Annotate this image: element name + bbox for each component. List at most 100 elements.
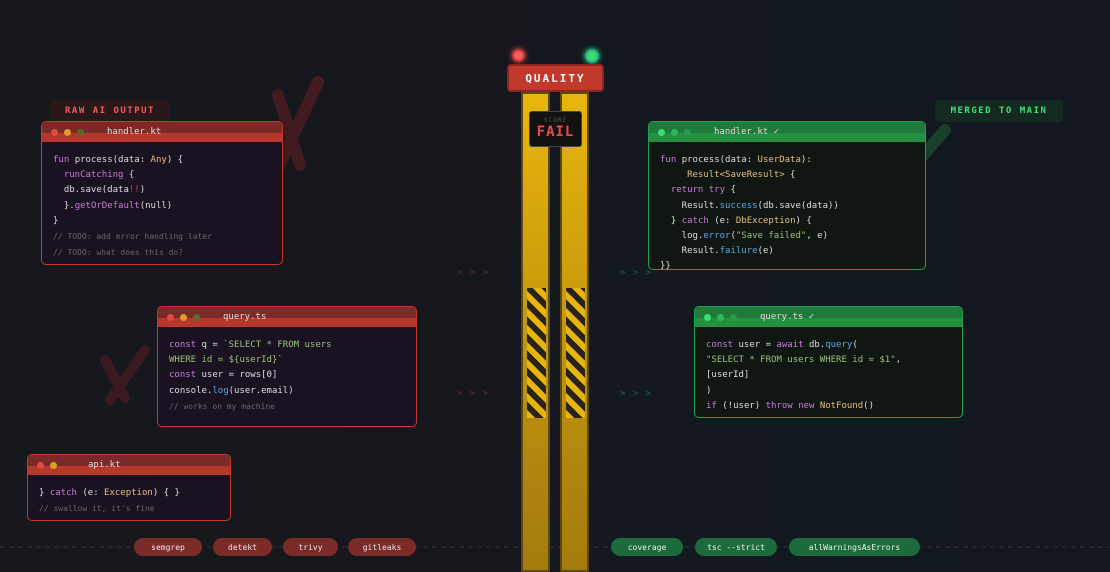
code-token: error: [703, 231, 731, 242]
code-line: console.log(user.email): [169, 384, 405, 399]
code-line: "SELECT * FROM users WHERE id = $1",: [706, 353, 951, 368]
code-token: (e): [757, 246, 774, 257]
code-token: db.save(data: [53, 185, 129, 196]
code-line: return try {: [660, 183, 914, 198]
green-light-icon: [585, 49, 599, 63]
code-block: fun process(data: Any) { runCatching { d…: [42, 142, 282, 261]
window-dot-icon: [51, 128, 58, 136]
code-token: }}: [660, 261, 671, 270]
window-dot-icon: [671, 128, 678, 136]
code-token: WHERE id = ${userId}`: [169, 355, 283, 366]
code-block: fun process(data: UserData): Result<Save…: [649, 142, 925, 270]
code-token: (!user): [722, 400, 766, 411]
window-title-bar: query.ts ✓: [695, 307, 962, 327]
code-token: Result<SaveResult>: [660, 170, 785, 181]
code-line: const user = await db.query(: [706, 338, 951, 353]
window-title-bar: api.kt: [28, 455, 230, 475]
code-line: [userId]: [706, 368, 951, 383]
window-dot-icon: [704, 313, 711, 321]
code-token: [userId]: [706, 370, 750, 381]
window-dot-icon: [180, 313, 187, 321]
check-pill-semgrep[interactable]: semgrep: [134, 538, 202, 556]
code-token: DbException: [735, 215, 796, 226]
code-line: }.getOrDefault(null): [53, 199, 271, 214]
check-pill-coverage[interactable]: coverage: [611, 538, 683, 556]
check-pill-gitleaks[interactable]: gitleaks: [348, 538, 416, 556]
code-token: await: [776, 340, 809, 350]
window-dot-icon: [37, 461, 44, 469]
check-pill-detekt[interactable]: detekt: [213, 538, 272, 556]
check-pill-all-warnings-as-errors[interactable]: allWarningsAsErrors: [789, 538, 920, 556]
code-token: (: [852, 340, 858, 350]
window-dot-icon: [730, 313, 737, 321]
code-token: if: [706, 400, 723, 411]
code-token: db.: [808, 340, 826, 350]
code-line: }: [53, 214, 271, 229]
window-dot-icon: [193, 313, 200, 321]
code-token: ,: [895, 355, 902, 366]
code-token: ): [139, 185, 146, 196]
code-line: const user = rows[0]: [169, 368, 405, 383]
window-dot-icon: [658, 128, 665, 136]
code-window-handler-merged: handler.kt ✓ fun process(data: UserData):…: [648, 121, 926, 270]
code-token: {: [784, 170, 796, 181]
code-line: db.save(data!!): [53, 183, 271, 198]
code-token: failure: [719, 246, 758, 257]
raw-ai-output-label: RAW AI OUTPUT: [50, 100, 170, 122]
code-line: if (!user) throw new NotFound(): [706, 399, 951, 414]
code-token: }: [660, 215, 682, 226]
code-token: `SELECT * FROM users: [223, 340, 332, 350]
code-line: // TODO: add error handling later: [53, 229, 271, 245]
code-token: const: [169, 370, 202, 381]
code-token: // swallow it, it's fine: [39, 504, 155, 514]
arrow-icon: > > >: [457, 268, 490, 278]
check-pill-tsc-strict[interactable]: tsc --strict: [695, 538, 777, 556]
code-token: ): [706, 385, 712, 396]
code-token: }: [53, 215, 59, 226]
hazard-stripes: [527, 288, 546, 418]
window-title-bar: handler.kt ✓: [649, 122, 925, 142]
code-token: UserData: [757, 155, 801, 165]
window-title: handler.kt: [107, 127, 162, 137]
code-token: Result.: [660, 200, 720, 211]
window-dot-icon: [717, 313, 724, 321]
code-token: ):: [800, 155, 812, 165]
code-token: "Save failed": [735, 231, 807, 242]
code-token: q =: [201, 340, 224, 350]
window-title: api.kt: [88, 460, 121, 470]
code-token: Any: [150, 155, 167, 165]
code-token: // TODO: add error handling later: [53, 232, 212, 242]
code-token: runCatching: [53, 170, 129, 181]
arrow-icon: > > >: [620, 389, 653, 399]
score-label: SCORE: [543, 117, 568, 124]
code-token: ) { }: [152, 488, 180, 498]
window-dot-icon: [50, 461, 57, 469]
code-token: log: [212, 385, 229, 396]
code-token: (): [863, 400, 875, 411]
code-line: Result.failure(e): [660, 244, 914, 259]
code-token: // works on my machine: [169, 401, 275, 411]
code-line: Result<SaveResult> {: [660, 168, 914, 183]
code-line: const q = `SELECT * FROM users: [169, 338, 405, 353]
code-line: Result.success(db.save(data)): [660, 199, 914, 214]
code-line: } catch (e: Exception) { }: [39, 486, 219, 501]
code-token: catch: [49, 488, 83, 498]
code-token: ) {: [166, 155, 184, 165]
code-block: const q = `SELECT * FROM users WHERE id =…: [158, 327, 416, 415]
code-line: }}: [660, 259, 914, 270]
code-token: return try: [660, 185, 731, 196]
code-token: (e:: [714, 215, 736, 226]
window-title: query.ts ✓: [760, 312, 815, 322]
code-token: (null): [139, 200, 173, 211]
code-line: fun process(data: Any) {: [53, 153, 271, 168]
code-token: , e): [806, 231, 829, 242]
code-token: Exception: [104, 488, 153, 498]
code-token: {: [730, 185, 736, 196]
code-window-query-raw: query.ts const q = `SELECT * FROM users WH…: [157, 306, 417, 427]
check-pill-trivy[interactable]: trivy: [283, 538, 338, 556]
window-dot-icon: [64, 128, 71, 136]
code-window-handler-raw: handler.kt fun process(data: Any) { runCa…: [41, 121, 283, 265]
code-token: !!: [128, 185, 140, 196]
code-line: log.error("Save failed", e): [660, 229, 914, 244]
merged-to-main-label: MERGED TO MAIN: [935, 100, 1063, 122]
